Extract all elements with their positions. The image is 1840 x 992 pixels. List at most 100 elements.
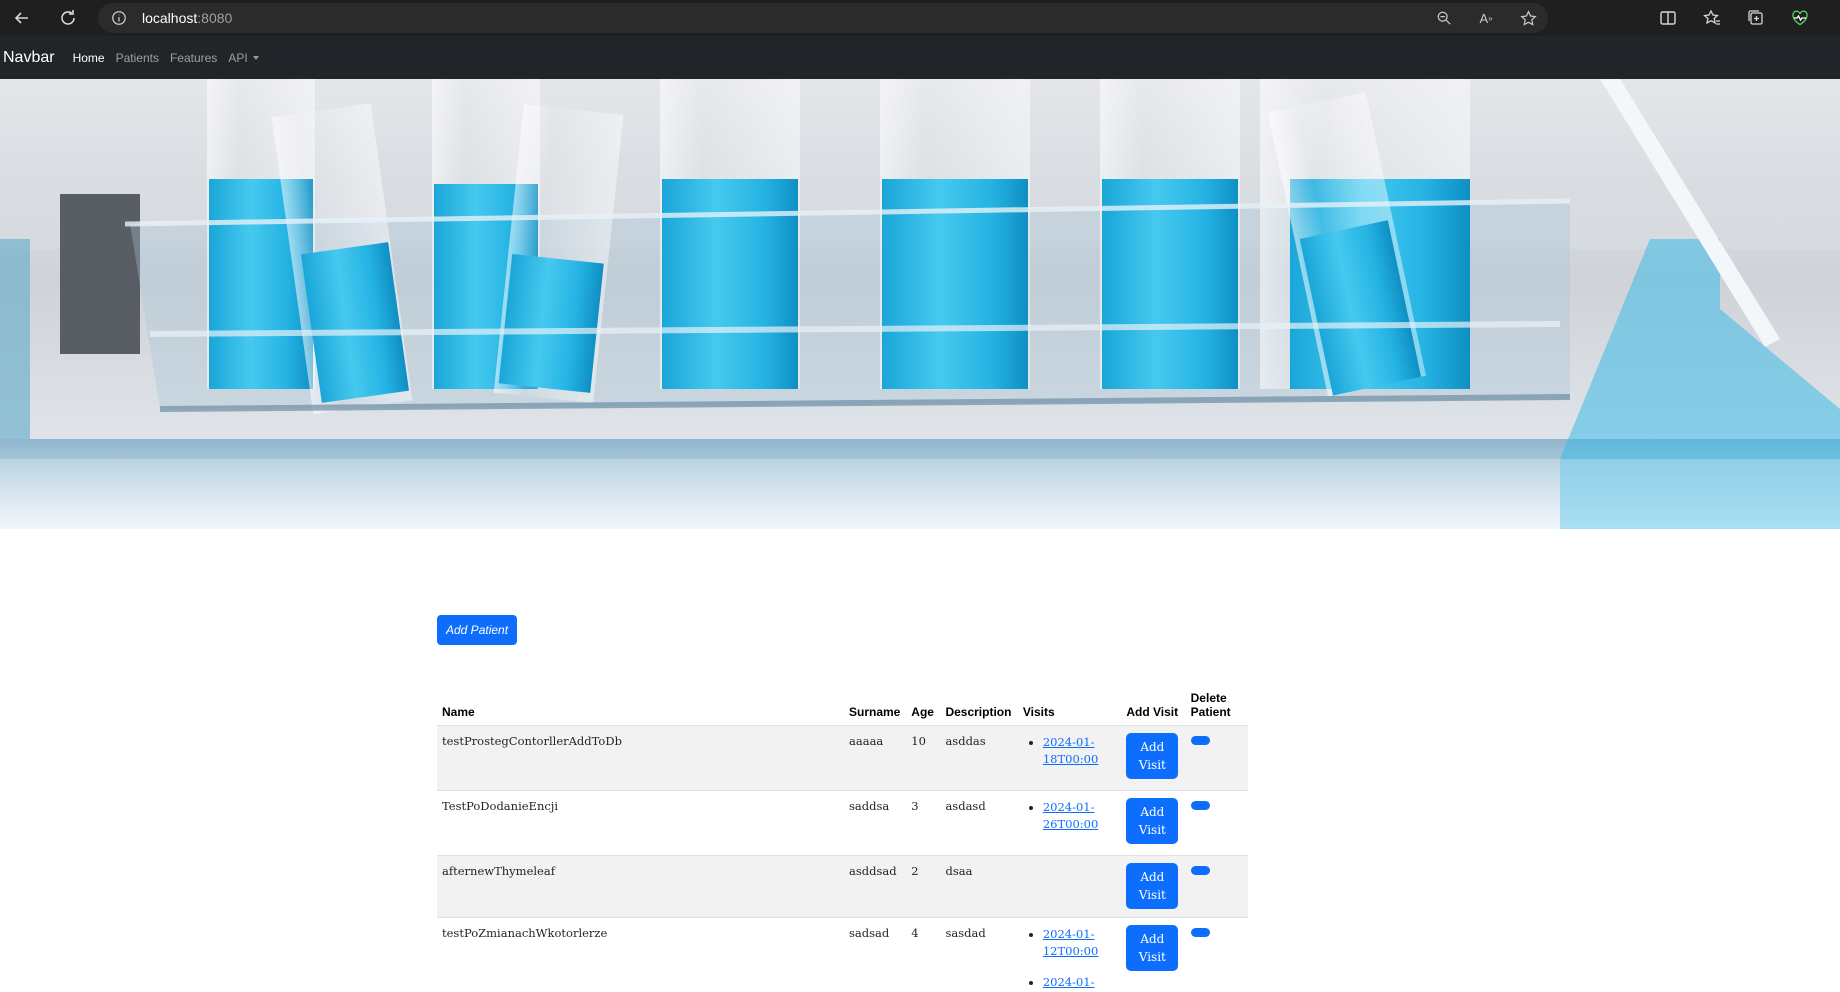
favorite-star-icon[interactable] xyxy=(1518,8,1538,28)
split-screen-icon[interactable] xyxy=(1656,2,1680,34)
delete-patient-button[interactable] xyxy=(1190,866,1210,875)
navbar-brand[interactable]: Navbar xyxy=(3,49,55,67)
cell-age: 10 xyxy=(906,725,941,791)
read-aloud-icon[interactable]: A» xyxy=(1476,8,1496,28)
header-description: Description xyxy=(940,686,1018,726)
app-navbar: Navbar Home Patients Features API xyxy=(0,36,1840,79)
header-delete-patient: Delete Patient xyxy=(1185,686,1248,726)
cell-surname: asddsad xyxy=(844,855,907,918)
cell-delete xyxy=(1185,917,1248,992)
cell-add-visit: Add Visit xyxy=(1121,725,1186,791)
header-delete-line2: Patient xyxy=(1190,705,1231,719)
cell-description: asddas xyxy=(940,725,1018,791)
cell-add-visit: Add Visit xyxy=(1121,855,1186,918)
visit-link-line1: 2024-01- xyxy=(1042,800,1095,814)
nav-link-api[interactable]: API xyxy=(228,50,259,65)
delete-patient-button[interactable] xyxy=(1190,801,1210,810)
add-visit-line1: Add xyxy=(1140,805,1165,819)
address-bar[interactable]: localhost:8080 A» xyxy=(98,3,1548,33)
address-port: :8080 xyxy=(197,10,233,26)
table-row: afternewThymeleaf asddsad 2 dsaa Add Visi… xyxy=(437,855,1248,918)
cell-surname: sadsad xyxy=(844,917,907,992)
cell-visits: 2024-01- 12T00:00 2024-01- xyxy=(1017,917,1122,992)
visits-list: 2024-01- 12T00:00 2024-01- xyxy=(1023,926,1117,991)
chevron-down-icon xyxy=(252,56,259,61)
cell-age: 3 xyxy=(906,790,941,856)
reload-icon[interactable] xyxy=(52,2,84,34)
patients-table: Name Surname Age Description Visits Add … xyxy=(437,686,1248,992)
hero-image xyxy=(0,79,1840,529)
add-visit-line1: Add xyxy=(1140,932,1165,946)
visit-link-line1: 2024-01- xyxy=(1042,927,1095,941)
cell-visits: 2024-01- 26T00:00 xyxy=(1017,790,1122,856)
cell-surname: aaaaa xyxy=(844,725,907,791)
visit-item: 2024-01- 26T00:00 xyxy=(1043,799,1117,833)
address-host: localhost xyxy=(142,10,198,26)
info-icon[interactable] xyxy=(110,9,128,27)
add-visit-button[interactable]: Add Visit xyxy=(1126,925,1179,971)
add-visit-button[interactable]: Add Visit xyxy=(1126,798,1179,844)
header-visits: Visits xyxy=(1017,686,1122,726)
visit-link[interactable]: 2024-01- 12T00:00 xyxy=(1043,927,1098,958)
add-visit-line2: Visit xyxy=(1138,823,1166,837)
visit-link[interactable]: 2024-01- 18T00:00 xyxy=(1043,735,1098,766)
cell-add-visit: Add Visit xyxy=(1121,917,1186,992)
delete-patient-button[interactable] xyxy=(1190,736,1210,745)
cell-delete xyxy=(1185,725,1248,791)
add-visit-line2: Visit xyxy=(1138,758,1166,772)
cell-name: testProstegContorllerAddToDb xyxy=(437,725,844,791)
health-icon[interactable] xyxy=(1788,2,1812,34)
table-row: testProstegContorllerAddToDb aaaaa 10 as… xyxy=(437,725,1248,791)
nav-link-api-label: API xyxy=(228,50,248,65)
visit-link-line2: 18T00:00 xyxy=(1042,752,1099,766)
cell-age: 4 xyxy=(906,917,941,992)
add-visit-line1: Add xyxy=(1140,870,1165,884)
visit-link-line1: 2024-01- xyxy=(1042,735,1095,749)
add-patient-button[interactable]: Add Patient xyxy=(437,615,518,645)
cell-description: sasdad xyxy=(940,917,1018,992)
cell-visits: 2024-01- 18T00:00 xyxy=(1017,725,1122,791)
cell-delete xyxy=(1185,790,1248,856)
visit-item: 2024-01- 12T00:00 xyxy=(1043,926,1117,960)
add-visit-line1: Add xyxy=(1140,740,1165,754)
table-row: testPoZmianachWkotorlerze sadsad 4 sasda… xyxy=(437,917,1248,992)
visit-link-line2: 12T00:00 xyxy=(1042,944,1099,958)
add-visit-button[interactable]: Add Visit xyxy=(1126,733,1179,779)
favorites-icon[interactable] xyxy=(1700,2,1724,34)
header-surname: Surname xyxy=(844,686,907,726)
address-text: localhost:8080 xyxy=(142,10,232,26)
cell-visits xyxy=(1017,855,1122,918)
cell-delete xyxy=(1185,855,1248,918)
table-row: TestPoDodanieEncji saddsa 3 asdasd 2024-… xyxy=(437,790,1248,856)
add-visit-line2: Visit xyxy=(1138,888,1166,902)
browser-toolbar: localhost:8080 A» xyxy=(0,0,1840,36)
visit-link[interactable]: 2024-01- xyxy=(1043,975,1095,989)
visit-link[interactable]: 2024-01- 26T00:00 xyxy=(1043,800,1098,831)
header-age: Age xyxy=(906,686,941,726)
table-header-row: Name Surname Age Description Visits Add … xyxy=(437,686,1248,726)
cell-description: asdasd xyxy=(940,790,1018,856)
header-delete-line1: Delete xyxy=(1190,691,1227,705)
nav-link-patients[interactable]: Patients xyxy=(116,51,159,65)
delete-patient-button[interactable] xyxy=(1190,928,1210,937)
add-visit-line2: Visit xyxy=(1138,950,1166,964)
nav-link-features[interactable]: Features xyxy=(170,51,217,65)
visit-item: 2024-01- 18T00:00 xyxy=(1043,734,1117,768)
cell-name: TestPoDodanieEncji xyxy=(437,790,844,856)
nav-link-home[interactable]: Home xyxy=(73,51,105,65)
cell-add-visit: Add Visit xyxy=(1121,790,1186,856)
zoom-out-icon[interactable] xyxy=(1434,8,1454,28)
header-name: Name xyxy=(437,686,844,726)
collections-icon[interactable] xyxy=(1744,2,1768,34)
cell-surname: saddsa xyxy=(844,790,907,856)
visit-item: 2024-01- xyxy=(1043,974,1117,991)
cell-description: dsaa xyxy=(940,855,1018,918)
visit-link-line2: 26T00:00 xyxy=(1042,817,1099,831)
cell-name: testPoZmianachWkotorlerze xyxy=(437,917,844,992)
back-icon[interactable] xyxy=(6,2,38,34)
add-visit-button[interactable]: Add Visit xyxy=(1126,863,1179,909)
cell-name: afternewThymeleaf xyxy=(437,855,844,918)
cell-age: 2 xyxy=(906,855,941,918)
visits-list: 2024-01- 18T00:00 xyxy=(1023,734,1117,768)
visits-list: 2024-01- 26T00:00 xyxy=(1023,799,1117,833)
